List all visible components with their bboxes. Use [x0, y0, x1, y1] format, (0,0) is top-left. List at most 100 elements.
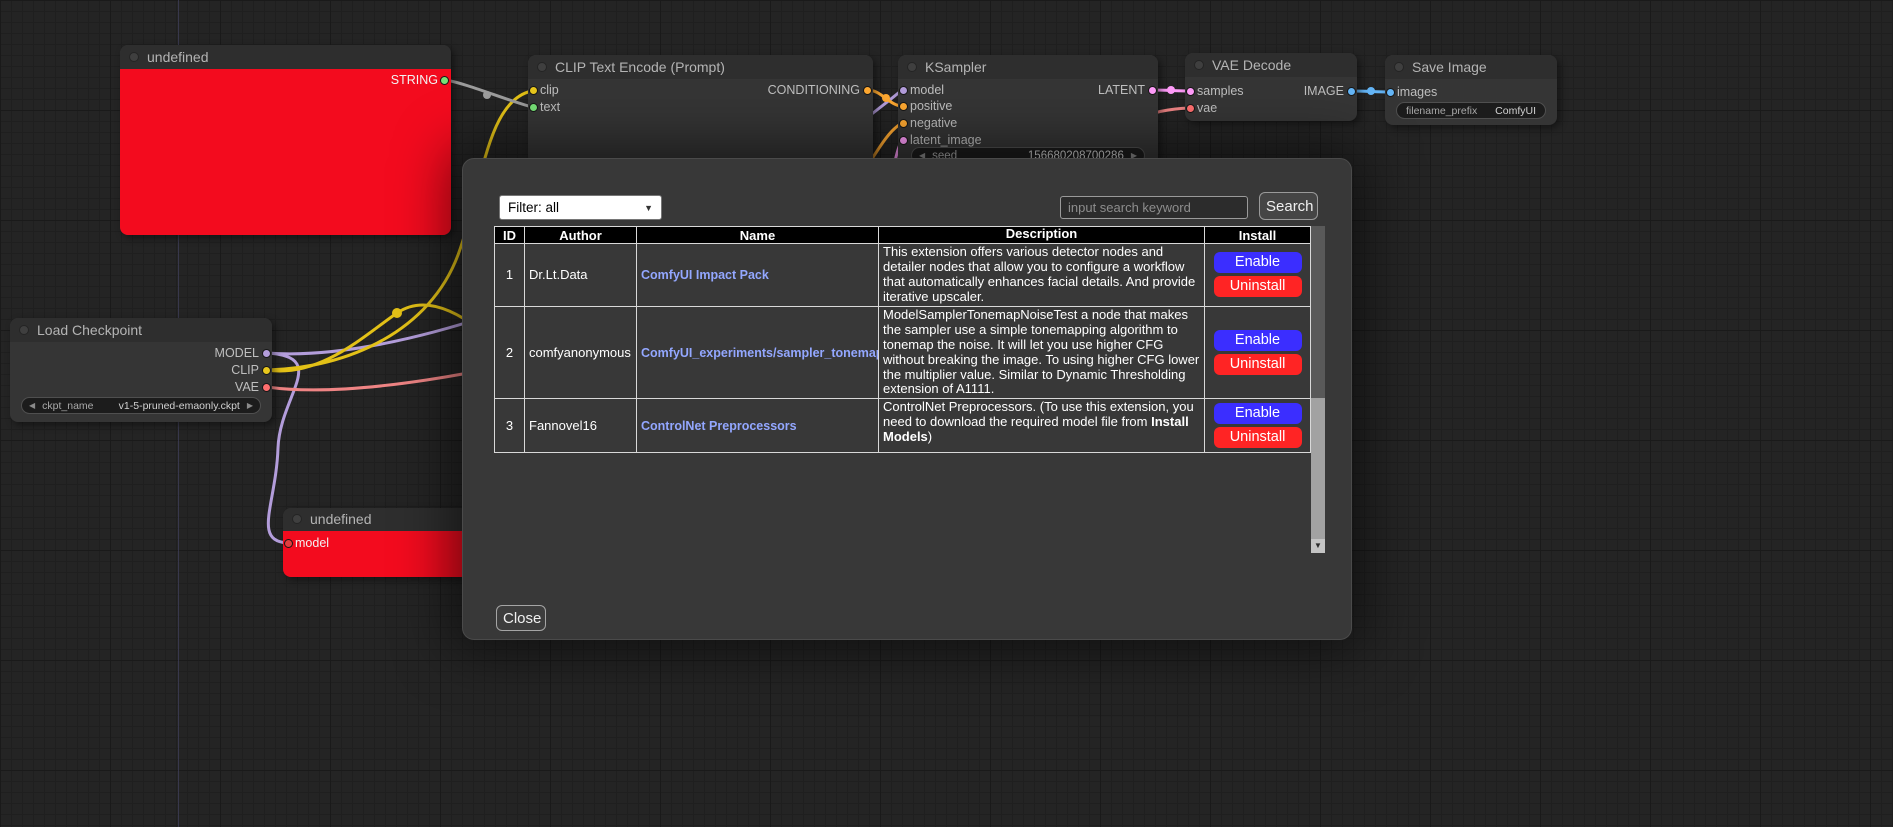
node-header[interactable]: Save Image — [1385, 55, 1557, 79]
column-header-name: Name — [637, 227, 879, 244]
node-collapse-dot-icon[interactable] — [537, 62, 547, 72]
node-collapse-dot-icon[interactable] — [1194, 60, 1204, 70]
search-input[interactable] — [1060, 196, 1248, 219]
output-dot-image[interactable] — [1347, 87, 1356, 96]
node-collapse-dot-icon[interactable] — [1394, 62, 1404, 72]
node-undefined-top[interactable]: undefined STRING — [120, 45, 451, 235]
node-vae-decode[interactable]: VAE Decode samples vae IMAGE — [1185, 53, 1357, 121]
enable-button[interactable]: Enable — [1214, 330, 1302, 351]
extension-link[interactable]: ControlNet Preprocessors — [641, 419, 797, 433]
filename-prefix-widget[interactable]: filename_prefix ComfyUI — [1396, 102, 1546, 119]
node-header[interactable]: Load Checkpoint — [10, 318, 272, 342]
output-label-clip: CLIP — [231, 363, 259, 377]
node-header[interactable]: CLIP Text Encode (Prompt) — [528, 55, 873, 79]
node-title: CLIP Text Encode (Prompt) — [555, 59, 725, 75]
node-collapse-dot-icon[interactable] — [129, 52, 139, 62]
filename-prefix-label: filename_prefix — [1406, 105, 1477, 117]
extension-link[interactable]: ComfyUI Impact Pack — [641, 268, 769, 282]
cell-author: Dr.Lt.Data — [525, 244, 637, 307]
input-label-model: model — [910, 83, 944, 97]
input-label-model: model — [295, 536, 329, 550]
node-clip-text-encode[interactable]: CLIP Text Encode (Prompt) clip text COND… — [528, 55, 873, 165]
input-dot-clip[interactable] — [529, 86, 538, 95]
cell-description: ModelSamplerTonemapNoiseTest a node that… — [879, 306, 1205, 399]
output-dot-latent[interactable] — [1148, 86, 1157, 95]
scroll-down-icon[interactable]: ▼ — [1311, 539, 1325, 553]
ckpt-name-label: ckpt_name — [42, 400, 93, 412]
uninstall-button[interactable]: Uninstall — [1214, 427, 1302, 448]
node-header[interactable]: undefined — [283, 508, 469, 531]
output-dot-conditioning[interactable] — [863, 86, 872, 95]
filter-dropdown[interactable]: Filter: all ▼ — [499, 195, 662, 220]
output-label-conditioning: CONDITIONING — [768, 83, 860, 97]
output-dot-vae[interactable] — [262, 383, 271, 392]
enable-button[interactable]: Enable — [1214, 252, 1302, 273]
search-button[interactable]: Search — [1259, 192, 1318, 220]
output-dot-string[interactable] — [440, 76, 449, 85]
input-dot-latent-image[interactable] — [899, 136, 908, 145]
custom-nodes-manager-dialog: Filter: all ▼ Search ID Author Name Desc… — [462, 158, 1352, 640]
node-collapse-dot-icon[interactable] — [292, 514, 302, 524]
widget-increment-icon[interactable]: ▶ — [247, 402, 253, 410]
node-collapse-dot-icon[interactable] — [907, 62, 917, 72]
cell-description: ControlNet Preprocessors. (To use this e… — [879, 399, 1205, 453]
input-dot-images[interactable] — [1386, 88, 1395, 97]
input-label-text: text — [540, 100, 560, 114]
ckpt-name-value: v1-5-pruned-emaonly.ckpt — [119, 400, 240, 412]
node-title: Load Checkpoint — [37, 322, 142, 338]
close-button[interactable]: Close — [496, 605, 546, 631]
input-dot-text[interactable] — [529, 103, 538, 112]
node-title: undefined — [310, 511, 372, 527]
ckpt-name-widget[interactable]: ◀ ckpt_name v1-5-pruned-emaonly.ckpt ▶ — [21, 397, 261, 414]
node-undefined-bottom[interactable]: undefined model — [283, 508, 469, 577]
node-save-image[interactable]: Save Image images filename_prefix ComfyU… — [1385, 55, 1557, 125]
node-header[interactable]: VAE Decode — [1185, 53, 1357, 77]
input-dot-vae[interactable] — [1186, 104, 1195, 113]
output-label-latent: LATENT — [1098, 83, 1145, 97]
node-canvas[interactable]: undefined STRING CLIP Text Encode (Promp… — [0, 0, 1893, 827]
input-dot-model[interactable] — [284, 539, 293, 548]
cell-id: 3 — [495, 399, 525, 453]
input-dot-negative[interactable] — [899, 119, 908, 128]
enable-button[interactable]: Enable — [1214, 403, 1302, 424]
node-ksampler[interactable]: KSampler model positive negative latent_… — [898, 55, 1158, 170]
uninstall-button[interactable]: Uninstall — [1214, 276, 1302, 297]
node-collapse-dot-icon[interactable] — [19, 325, 29, 335]
column-header-id: ID — [495, 227, 525, 244]
filter-dropdown-value: Filter: all — [508, 200, 559, 215]
table-scrollbar[interactable]: ▼ — [1311, 226, 1325, 553]
table-row: 2 comfyanonymous ComfyUI_experiments/sam… — [495, 306, 1311, 399]
link-dot — [392, 308, 402, 318]
link-dot — [1367, 87, 1375, 95]
input-label-vae: vae — [1197, 101, 1217, 115]
output-dot-clip[interactable] — [262, 366, 271, 375]
node-title: undefined — [147, 49, 209, 65]
uninstall-button[interactable]: Uninstall — [1214, 354, 1302, 375]
scrollbar-thumb[interactable] — [1311, 226, 1325, 398]
wire-conditioning-to-positive — [868, 90, 902, 106]
table-header-row: ID Author Name Description Install — [495, 227, 1311, 244]
widget-decrement-icon[interactable]: ◀ — [29, 402, 35, 410]
node-title: VAE Decode — [1212, 57, 1291, 73]
node-title: Save Image — [1412, 59, 1487, 75]
input-label-positive: positive — [910, 99, 952, 113]
input-dot-positive[interactable] — [899, 102, 908, 111]
input-label-samples: samples — [1197, 84, 1244, 98]
node-header[interactable]: KSampler — [898, 55, 1158, 79]
column-header-description: Description — [879, 227, 1205, 244]
node-title: KSampler — [925, 59, 986, 75]
input-dot-samples[interactable] — [1186, 87, 1195, 96]
input-dot-model[interactable] — [899, 86, 908, 95]
cell-author: comfyanonymous — [525, 306, 637, 399]
input-label-latent-image: latent_image — [910, 133, 982, 147]
wire-string-to-text — [446, 80, 532, 107]
input-label-images: images — [1397, 85, 1437, 99]
node-header[interactable]: undefined — [120, 45, 451, 69]
link-dot — [1167, 86, 1175, 94]
output-dot-model[interactable] — [262, 349, 271, 358]
extension-link[interactable]: ComfyUI_experiments/sampler_tonemap — [641, 346, 879, 360]
cell-author: Fannovel16 — [525, 399, 637, 453]
dropdown-caret-icon: ▼ — [644, 203, 653, 213]
column-header-author: Author — [525, 227, 637, 244]
node-load-checkpoint[interactable]: Load Checkpoint MODEL CLIP VAE ◀ ckpt_na… — [10, 318, 272, 422]
